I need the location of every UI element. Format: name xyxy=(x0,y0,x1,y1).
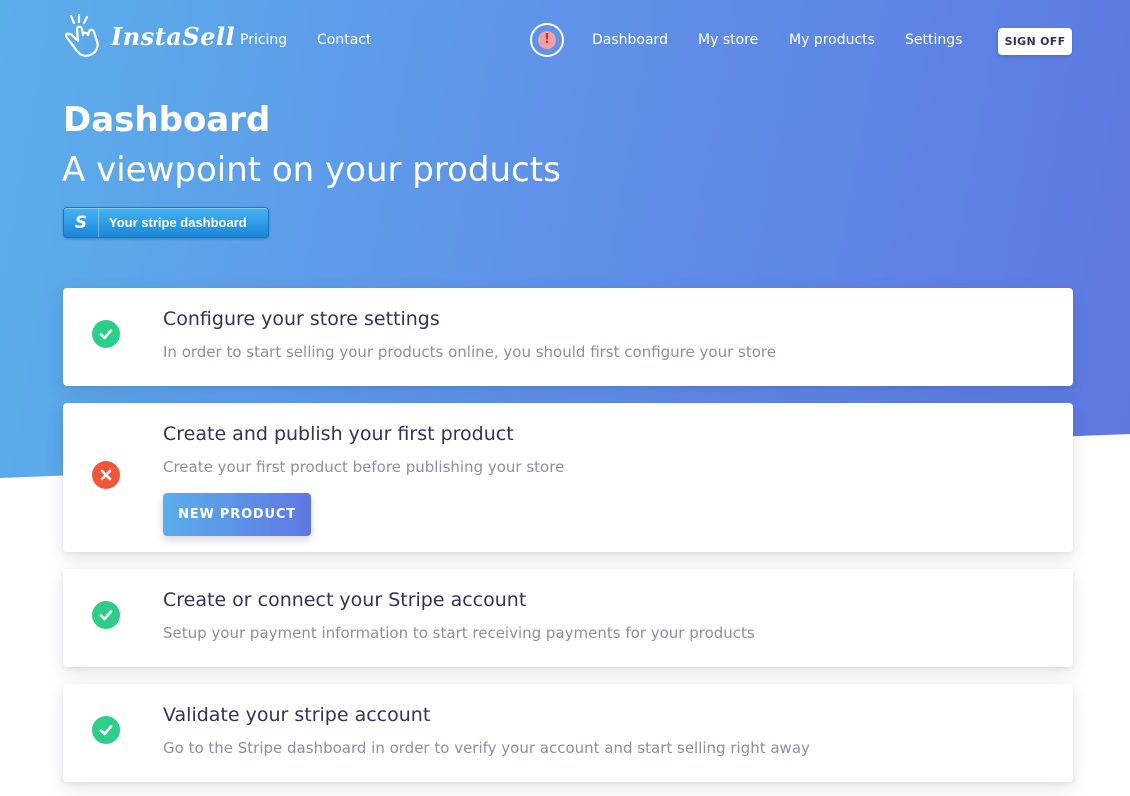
brand-logo[interactable]: InstaSell xyxy=(63,14,235,58)
nav-link-settings[interactable]: Settings xyxy=(905,32,962,48)
page-title: Dashboard xyxy=(63,100,271,140)
notification-button[interactable]: ! xyxy=(530,23,564,57)
nav-link-my-store[interactable]: My store xyxy=(698,32,758,48)
nav-link-contact[interactable]: Contact xyxy=(317,32,371,48)
stripe-dashboard-button[interactable]: S Your stripe dashboard xyxy=(63,207,269,238)
nav-link-pricing[interactable]: Pricing xyxy=(240,32,287,48)
nav-link-my-products[interactable]: My products xyxy=(789,32,875,48)
step-title: Validate your stripe account xyxy=(163,704,431,726)
hand-click-icon xyxy=(63,14,101,58)
stripe-dashboard-label: Your stripe dashboard xyxy=(109,215,247,230)
page: InstaSell Pricing Contact ! Dashboard My… xyxy=(0,0,1130,796)
page-subtitle: A viewpoint on your products xyxy=(62,150,561,190)
step-title: Configure your store settings xyxy=(163,308,440,330)
step-description: Setup your payment information to start … xyxy=(163,624,755,642)
nav-link-dashboard[interactable]: Dashboard xyxy=(592,32,668,48)
check-icon xyxy=(92,716,120,744)
exclamation-icon: ! xyxy=(538,31,556,49)
step-description: In order to start selling your products … xyxy=(163,343,776,361)
brand-name: InstaSell xyxy=(111,21,236,51)
step-description: Go to the Stripe dashboard in order to v… xyxy=(163,739,810,757)
step-card-first-product: Create and publish your first product Cr… xyxy=(63,403,1073,552)
step-card-configure-store: Configure your store settings In order t… xyxy=(63,288,1073,386)
new-product-button[interactable]: NEW PRODUCT xyxy=(163,493,311,536)
step-card-stripe-account: Create or connect your Stripe account Se… xyxy=(63,569,1073,667)
step-card-validate-stripe: Validate your stripe account Go to the S… xyxy=(63,684,1073,782)
error-x-icon xyxy=(92,461,120,489)
step-title: Create or connect your Stripe account xyxy=(163,589,527,611)
step-title: Create and publish your first product xyxy=(163,423,514,445)
check-icon xyxy=(92,601,120,629)
step-description: Create your first product before publish… xyxy=(163,458,565,476)
check-icon xyxy=(92,320,120,348)
sign-off-button[interactable]: SIGN OFF xyxy=(998,28,1072,55)
navbar: InstaSell Pricing Contact ! Dashboard My… xyxy=(0,0,1130,84)
stripe-logo-icon: S xyxy=(64,208,99,237)
